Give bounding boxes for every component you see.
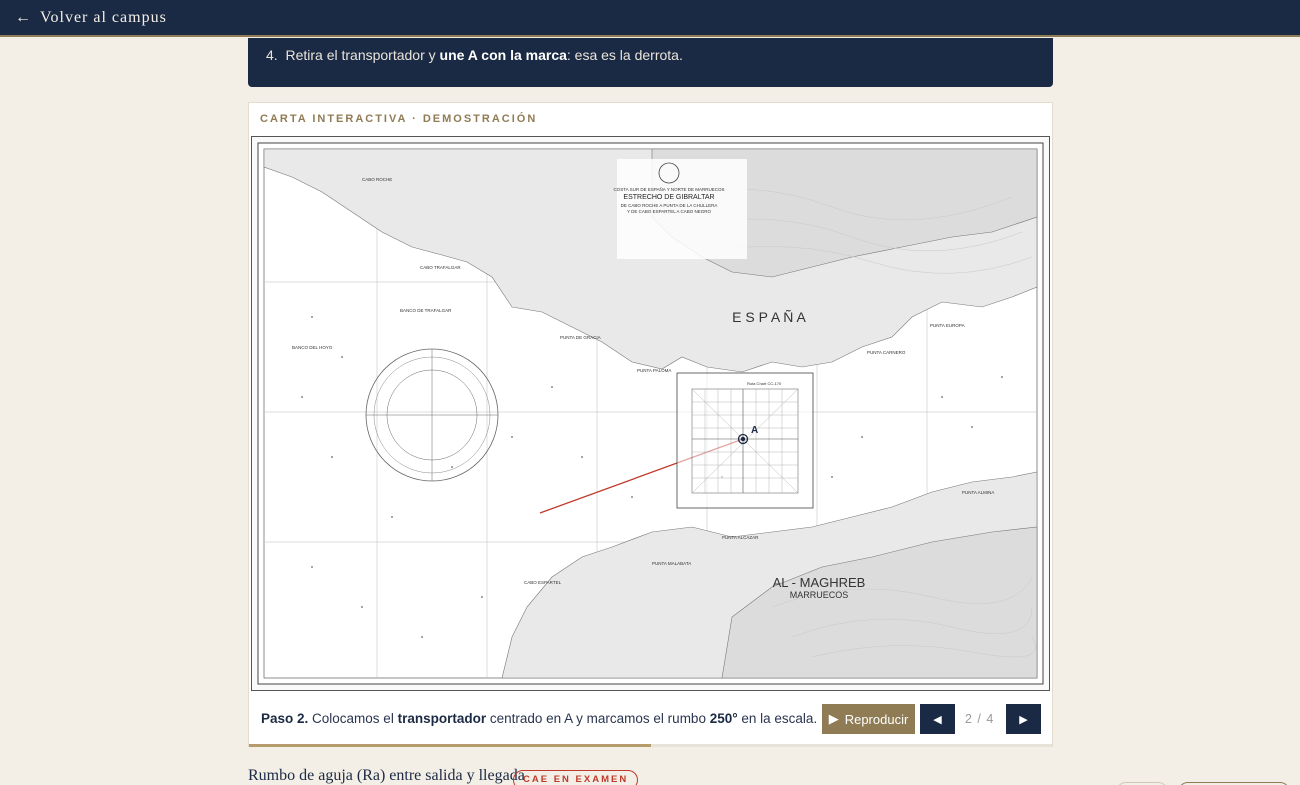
protractor-label: Ruta Chart CC-170 [747,381,782,386]
previous-icon: ◀ [933,713,942,726]
nautical-chart[interactable]: COSTA SUR DE ESPAÑA Y NORTE DE MARRUECOS… [251,136,1050,691]
caption-text-3: en la escala. [737,710,818,726]
play-button-label: Reproducir [844,711,909,727]
progress-fill [249,744,651,747]
place-name: PUNTA ALCAZAR [722,535,759,540]
place-name: PUNTA EUROPA [930,323,965,328]
country-label-morocco: AL - MAGHREB [773,575,866,590]
step-text-bold: une A con la marca [439,47,567,63]
caption-text-1: Colocamos el [308,710,398,726]
point-a-label: A [751,425,758,436]
play-button[interactable]: ▶ Reproducir [822,704,915,734]
caption-text: Paso 2. Colocamos el transportador centr… [261,711,817,726]
place-name: CABO ROCHE [362,177,392,182]
place-name: PUNTA PALOMA [637,368,671,373]
step-number: 4. [266,47,278,63]
top-bar: ← Volver al campus [0,0,1300,37]
next-section-title: Rumbo de aguja (Ra) entre salida y llega… [248,767,525,784]
chart-title-1: COSTA SUR DE ESPAÑA Y NORTE DE MARRUECOS [613,186,724,192]
previous-step-button[interactable]: ◀ [920,704,955,734]
card-eyebrow: CARTA INTERACTIVA · DEMOSTRACIÓN [260,113,538,125]
place-name: BANCO DEL HOYO [292,345,333,350]
step-text-before: Retira el transportador y [285,47,440,63]
place-name: CABO ESPARTEL [524,580,562,585]
next-icon: ▶ [1019,713,1028,726]
interactive-chart-card: CARTA INTERACTIVA · DEMOSTRACIÓN COSTA S… [248,102,1053,747]
arrow-left-icon: ← [15,8,32,26]
caption-bold-2: 250° [709,710,738,726]
caption-text-2: centrado en A y marcamos el rumbo [486,710,710,726]
exam-badge: CAE EN EXAMEN [513,770,639,785]
place-name: PUNTA DE GRACIA [560,335,601,340]
back-link-label: Volver al campus [40,8,167,26]
back-to-campus-link[interactable]: ← Volver al campus [15,9,167,27]
step-caption-bar: Paso 2. Colocamos el transportador centr… [249,693,1052,743]
step-counter: 2 / 4 [965,712,995,726]
play-icon: ▶ [828,711,839,726]
country-label-morocco-2: MARRUECOS [790,590,849,600]
place-name: PUNTA ALMINA [962,490,994,495]
nautical-chart-svg: COSTA SUR DE ESPAÑA Y NORTE DE MARRUECOS… [252,137,1049,690]
place-name: PUNTA CARNERO [867,350,906,355]
next-step-button[interactable]: ▶ [1006,704,1041,734]
chart-title-2: ESTRECHO DE GIBRALTAR [623,194,714,201]
place-name: PUNTA MALABATA [652,561,691,566]
step-instruction-card: 4. Retira el transportador y une A con l… [248,38,1053,87]
caption-bold-1: transportador [397,710,487,726]
chart-title-4: Y DE CABO ESPARTEL A CABO NEGRO [627,209,712,214]
chart-title-3: DE CABO ROCHE A PUNTA DE LA CHULLERA [621,203,718,208]
place-name: CABO TRAFALGAR [420,265,461,270]
country-label-spain: E S P A Ñ A [732,309,806,325]
caption-step-label: Paso 2. [261,710,309,726]
step-text-after: : esa es la derrota. [566,47,683,63]
place-name: BANCO DE TRAFALGAR [400,308,452,313]
progress-track [249,744,1052,747]
protractor[interactable]: Ruta Chart CC-170 [676,372,814,509]
